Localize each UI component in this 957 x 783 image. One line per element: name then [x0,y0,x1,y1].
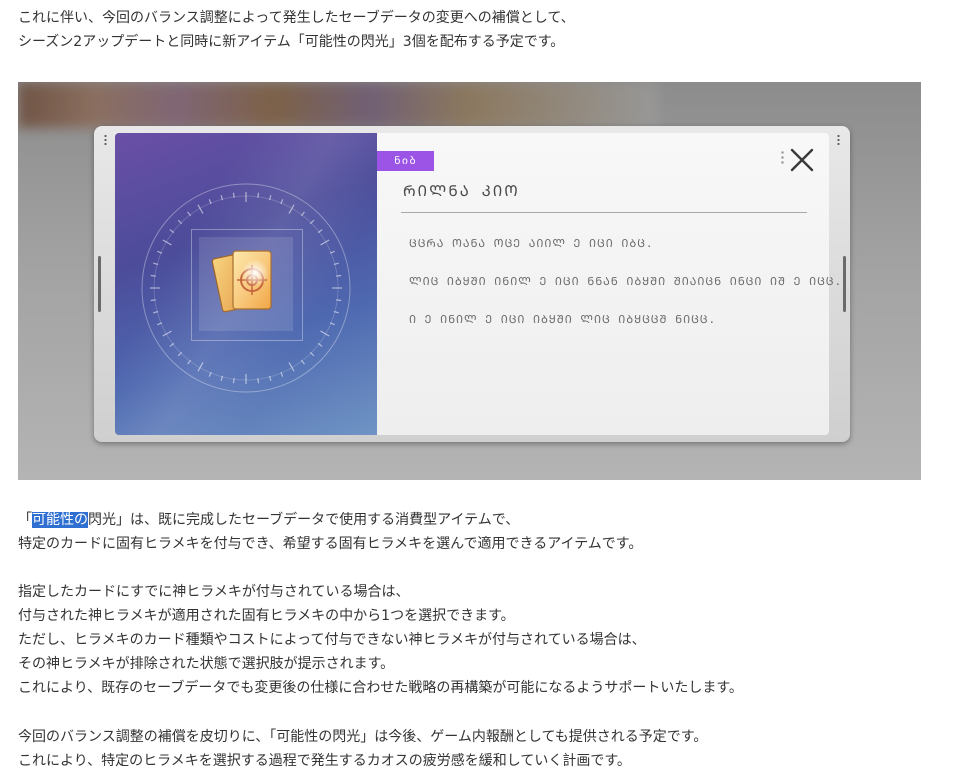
item-desc-line-3: Ი Ე ᲘᲜᲘᲚ Ე ᲘᲪᲘ ᲘᲑᲧᲨᲘ ᲚᲘᲪ ᲘᲑᲧᲪᲪᲨ ᲜᲘᲪᲪ. [409,313,717,326]
item-title: ᲠᲘᲚᲜᲐ ᲙᲘᲝ [403,182,520,200]
item-desc-line-2: ᲚᲘᲪ ᲘᲑᲧᲨᲘ ᲘᲜᲘᲚ Ე ᲘᲪᲘ ᲜᲜᲐᲜ ᲘᲑᲧᲨᲘ ᲨᲘᲐᲘᲪᲜ Ი… [409,275,843,288]
dial-tick [333,310,339,314]
closing-line-1: 今回のバランス調整の補償を皮切りに、「可能性の閃光」は今後、ゲーム内報酬としても… [18,729,708,745]
dial-tick [329,250,335,254]
desc-line-1-rest: 閃光」は、既に完成したセーブデータで使用する消費型アイテムで、 [88,512,520,528]
frame-dots-left-icon [104,134,107,146]
dial-tick [232,192,235,198]
item-art-panel [115,133,377,435]
frame-dots-right-icon [837,134,840,146]
closing-paragraph: 今回のバランス調整の補償を皮切りに、「可能性の閃光」は今後、ゲーム内報酬としても… [18,725,707,773]
dial-tick [268,375,272,381]
dial-tick [300,211,305,217]
closing-line-2: これにより、特定のヒラメキを選択する過程で発生するカオスの疲労感を緩和していく計… [18,753,631,769]
game-screenshot: ნიბ ᲠᲘᲚᲜᲐ ᲙᲘᲝ ᲪᲪᲠᲐ ᲝᲐᲜᲐ ᲝᲪᲔ ᲐᲘᲘᲚ Ე ᲘᲪᲘ Ი… [18,82,921,480]
dial-tick [197,204,204,214]
dial-tick [157,250,163,254]
dial-tick [336,299,342,302]
dial-tick [268,195,272,201]
dial-tick [257,378,260,384]
dial-tick [153,310,159,314]
blurred-background [18,82,658,128]
item-description-paragraph: 「可能性の閃光」は、既に完成したセーブデータで使用する消費型アイテムで、 特定の… [18,508,642,556]
selected-text[interactable]: 可能性の [32,512,88,528]
dial-tick [162,330,172,337]
item-category-tag: ნიბ [377,151,434,171]
desc-line-1: 「可能性の閃光」は、既に完成したセーブデータで使用する消費型アイテムで、 [18,508,642,532]
intro-paragraph: これに伴い、今回のバランス調整によって発生したセーブデータの変更への補償として、… [18,6,575,54]
dial-tick [169,229,175,234]
dial-tick [197,362,204,372]
rules-line-1: 指定したカードにすでに神ヒラメキが付与されている場合は、 [18,584,410,600]
dial-tick [336,274,342,277]
dial-tick [288,362,295,372]
dial-ring-icon [141,183,351,393]
dial-tick [309,351,315,357]
dial-tick [162,239,172,246]
title-divider [401,212,807,213]
desc-line-2: 特定のカードに固有ヒラメキを付与でき、希望する固有ヒラメキを選んで適用できるアイ… [18,536,643,552]
dial-tick [288,204,295,214]
more-options-icon [781,150,784,166]
dial-tick [208,371,212,377]
item-box [199,237,293,331]
dial-tick [300,359,305,365]
intro-line-1: これに伴い、今回のバランス調整によって発生したセーブデータの変更への補償として、 [18,10,575,26]
dial-tick [187,211,192,217]
dial-tick [257,192,260,198]
dial-tick [280,199,284,205]
quote-open: 「 [18,512,32,528]
intro-line-2: シーズン2アップデートと同時に新アイテム「可能性の閃光」3個を配布する予定です。 [18,34,565,50]
dial-tick [208,199,212,205]
item-frame [191,229,303,341]
close-x-icon[interactable] [789,147,815,173]
dial-tick [309,219,315,225]
golden-card-icon [211,250,272,313]
dial-tick [317,229,323,234]
dial-tick [177,351,183,357]
dial-tick [153,262,159,266]
dial-tick [333,262,339,266]
dial-tick [187,359,192,365]
frame-handle-left [98,256,101,312]
rules-line-5: これにより、既存のセーブデータでも変更後の仕様に合わせた戦略の再構築が可能になる… [18,680,743,696]
dial-tick [150,274,156,277]
rules-line-3: ただし、ヒラメキのカード種類やコストによって付与できない神ヒラメキが付与されてい… [18,632,646,648]
dial-tick [150,299,156,302]
dial-tick [320,330,330,337]
dial-tick [329,322,335,326]
dial-tick [169,342,175,347]
dial-tick [280,371,284,377]
item-info-panel: ნიბ ᲠᲘᲚᲜᲐ ᲙᲘᲝ ᲪᲪᲠᲐ ᲝᲐᲜᲐ ᲝᲪᲔ ᲐᲘᲘᲚ Ე ᲘᲪᲘ Ი… [377,133,841,435]
item-desc-line-1: ᲪᲪᲠᲐ ᲝᲐᲜᲐ ᲝᲪᲔ ᲐᲘᲘᲚ Ე ᲘᲪᲘ ᲘᲑᲪ. [409,237,654,250]
dial-tick [220,375,224,381]
rules-paragraph: 指定したカードにすでに神ヒラメキが付与されている場合は、 付与された神ヒラメキが… [18,580,743,700]
frame-handle-right [843,256,846,312]
dial-tick [157,322,163,326]
dial-tick [317,342,323,347]
rules-line-4: その神ヒラメキが排除された状態で選択肢が提示されます。 [18,656,395,672]
dial-tick [320,239,330,246]
rules-line-2: 付与された神ヒラメキが適用された固有ヒラメキの中から1つを選択できます。 [18,608,515,624]
dial-tick [232,378,235,384]
dial-tick [177,219,183,225]
dial-tick [220,195,224,201]
